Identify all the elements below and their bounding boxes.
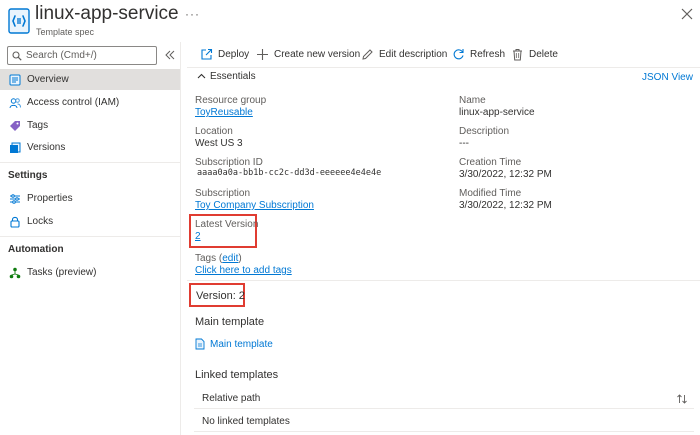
tags-edit-link[interactable]: edit [222,253,238,264]
essentials-divider [187,280,700,281]
version-title: Version: 2 [196,290,245,302]
versions-icon [10,142,21,153]
subscription-link[interactable]: Toy Company Subscription [195,200,314,211]
sidebar-item-tags[interactable]: Tags [0,115,180,136]
empty-table-message: No linked templates [202,416,290,427]
sidebar-item-label: Tasks (preview) [27,267,97,278]
sidebar-item-label: Tags [27,120,49,131]
tasks-icon [9,267,21,278]
subscription-id-value: aaaa0a0a-bb1b-cc2c-dd3d-eeeeee4e4e4e [197,168,382,178]
sidebar-item-label: Properties [27,193,73,204]
tags-label: Tags (edit) [195,253,242,264]
more-options-button[interactable]: ··· [185,7,200,21]
lock-icon [10,216,20,228]
latest-version-label: Latest Version [195,219,259,230]
document-icon [195,338,205,350]
main-template-link-text: Main template [210,338,273,350]
delete-button[interactable]: Delete [511,45,558,63]
sidebar-search-input[interactable]: Search (Cmd+/) [7,46,157,65]
sidebar-item-label: Access control (IAM) [27,97,120,108]
toolbar-divider [187,67,700,68]
close-icon[interactable] [681,8,693,20]
sidebar-heading-settings: Settings [8,170,48,181]
refresh-icon [453,48,464,59]
essentials-heading: Essentials [210,71,256,82]
create-new-version-button[interactable]: Create new version [256,45,360,63]
sidebar-border [180,42,181,435]
modified-time-value: 3/30/2022, 12:32 PM [459,200,552,211]
sidebar-item-properties[interactable]: Properties [0,188,180,209]
collapse-sidebar-icon[interactable] [164,49,176,61]
modified-time-label: Modified Time [459,188,522,199]
sidebar-item-label: Locks [27,216,54,227]
properties-icon [10,193,20,204]
search-icon [12,50,22,61]
table-row: No linked templates [194,410,694,432]
deploy-icon [201,48,213,60]
search-placeholder: Search (Cmd+/) [26,50,97,61]
main-template-link[interactable]: Main template [195,338,273,350]
creation-time-label: Creation Time [459,157,522,168]
page-subtitle: Template spec [36,27,95,37]
sort-icon[interactable] [676,393,688,405]
json-view-link[interactable]: JSON View [642,72,693,83]
page-title: linux-app-service [35,3,179,24]
deploy-button[interactable]: Deploy [200,45,249,63]
tag-icon [10,120,20,131]
location-value: West US 3 [195,138,243,149]
location-label: Location [195,126,233,137]
essentials-toggle[interactable]: Essentials [197,71,256,82]
name-value: linux-app-service [459,107,535,118]
sidebar-item-locks[interactable]: Locks [0,211,180,232]
linked-templates-table-header: Relative path [194,389,694,409]
overview-icon [9,74,21,85]
description-value: --- [459,138,469,149]
creation-time-value: 3/30/2022, 12:32 PM [459,169,552,180]
latest-version-link[interactable]: 2 [195,231,201,242]
sidebar-divider [0,236,180,237]
description-label: Description [459,126,510,137]
chevron-up-icon [197,73,206,79]
sidebar-item-label: Versions [27,142,66,153]
linked-templates-heading: Linked templates [195,369,279,381]
sidebar-heading-automation: Automation [8,244,64,255]
name-label: Name [459,95,486,106]
sidebar-item-overview[interactable]: Overview [0,69,180,90]
sidebar-item-versions[interactable]: Versions [0,137,180,158]
edit-description-button[interactable]: Edit description [361,45,447,63]
sidebar-item-tasks[interactable]: Tasks (preview) [0,262,180,283]
column-header-relative-path[interactable]: Relative path [202,393,260,404]
sidebar-item-label: Overview [27,74,69,85]
resource-group-label: Resource group [195,95,267,106]
refresh-button[interactable]: Refresh [452,45,505,63]
trash-icon [513,48,522,60]
resource-group-link[interactable]: ToyReusable [195,107,253,118]
add-tags-link[interactable]: Click here to add tags [195,265,292,276]
subscription-id-label: Subscription ID [195,157,263,168]
subscription-label: Subscription [195,188,251,199]
sidebar-divider [0,162,180,163]
main-template-heading: Main template [195,316,265,328]
template-spec-icon [8,8,30,34]
sidebar-item-access-control[interactable]: Access control (IAM) [0,92,180,113]
pencil-icon [362,48,373,60]
people-icon [9,97,21,108]
plus-icon [257,48,268,60]
